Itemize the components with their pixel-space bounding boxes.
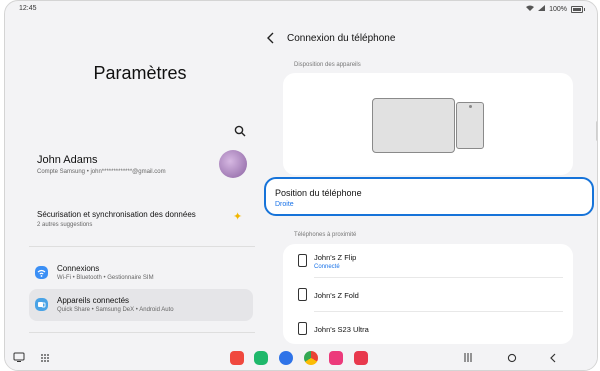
search-icon[interactable] bbox=[234, 124, 246, 137]
phone-app-icon[interactable] bbox=[254, 351, 268, 365]
tablet-illustration bbox=[372, 98, 455, 153]
phone-illustration[interactable] bbox=[456, 102, 484, 149]
detail-title: Connexion du téléphone bbox=[287, 33, 396, 44]
divider bbox=[29, 332, 255, 333]
scrollbar[interactable] bbox=[596, 121, 597, 141]
menu-item-connexions[interactable]: Connexions Wi-Fi • Bluetooth • Gestionna… bbox=[29, 257, 253, 289]
security-suggestion[interactable]: Sécurisation et synchronisation des donn… bbox=[29, 201, 255, 237]
menu-item-label: Appareils connectés bbox=[57, 296, 130, 305]
chrome-app-icon[interactable] bbox=[304, 351, 318, 365]
page-title: Paramètres bbox=[93, 63, 187, 83]
nearby-phones-list: John's Z Flip Connecté John's Z Fold Joh… bbox=[283, 244, 573, 344]
back-nav-icon[interactable] bbox=[549, 353, 557, 366]
back-arrow-icon[interactable] bbox=[267, 32, 275, 47]
list-item[interactable]: John's Z Fold bbox=[283, 278, 573, 312]
phone-icon bbox=[298, 288, 307, 301]
phone-status: Connecté bbox=[314, 264, 340, 270]
layout-section-label: Disposition des appareils bbox=[294, 62, 361, 68]
tablet-screen: 12:45 100% Paramètres John Adams Compte … bbox=[4, 0, 598, 371]
taskbar bbox=[5, 346, 597, 370]
profile-account: Compte Samsung • john*************@gmail… bbox=[37, 169, 166, 175]
phone-name: John's Z Fold bbox=[314, 291, 359, 300]
notes-app-icon[interactable] bbox=[230, 351, 244, 365]
menu-item-label: Connexions bbox=[57, 264, 100, 273]
recents-icon[interactable] bbox=[463, 353, 473, 365]
signal-icon bbox=[538, 5, 546, 13]
connected-devices-icon bbox=[35, 298, 48, 311]
home-icon[interactable] bbox=[507, 353, 517, 366]
profile-card[interactable]: John Adams Compte Samsung • john********… bbox=[29, 146, 255, 186]
gallery-app-icon[interactable] bbox=[329, 351, 343, 365]
avatar[interactable] bbox=[219, 150, 247, 178]
security-title: Sécurisation et synchronisation des donn… bbox=[37, 210, 196, 219]
list-item[interactable]: John's Z Flip Connecté bbox=[283, 244, 573, 278]
clock: 12:45 bbox=[19, 5, 37, 12]
wifi-icon bbox=[35, 266, 48, 279]
battery-icon bbox=[571, 5, 585, 13]
nearby-section-label: Téléphones à proximité bbox=[294, 232, 357, 238]
profile-name: John Adams bbox=[37, 154, 98, 166]
divider bbox=[29, 246, 255, 247]
phone-position-value: Droite bbox=[275, 201, 294, 208]
menu-item-sub: Wi-Fi • Bluetooth • Gestionnaire SIM bbox=[57, 275, 154, 281]
security-subtitle: 2 autres suggestions bbox=[37, 222, 93, 228]
camera-app-icon[interactable] bbox=[354, 351, 368, 365]
menu-item-connected-devices[interactable]: Appareils connectés Quick Share • Samsun… bbox=[29, 289, 253, 321]
phone-icon bbox=[298, 254, 307, 267]
list-item[interactable]: John's S23 Ultra bbox=[283, 312, 573, 346]
status-bar: 12:45 100% bbox=[5, 1, 597, 17]
menu-item-sub: Quick Share • Samsung DeX • Android Auto bbox=[57, 307, 174, 313]
battery-percent: 100% bbox=[549, 5, 567, 13]
phone-name: John's S23 Ultra bbox=[314, 325, 369, 334]
apps-grid-icon[interactable] bbox=[40, 353, 50, 366]
status-icons: 100% bbox=[526, 5, 585, 13]
wifi-status-icon bbox=[526, 5, 535, 13]
screen-icon[interactable] bbox=[13, 352, 25, 365]
phone-position-title: Position du téléphone bbox=[275, 188, 362, 198]
camera-dot bbox=[469, 105, 472, 108]
sparkle-icon: ✦ bbox=[233, 211, 243, 223]
phone-name: John's Z Flip bbox=[314, 253, 357, 262]
phone-icon bbox=[298, 322, 307, 335]
messages-app-icon[interactable] bbox=[279, 351, 293, 365]
phone-position-setting[interactable]: Position du téléphone Droite bbox=[264, 177, 594, 216]
